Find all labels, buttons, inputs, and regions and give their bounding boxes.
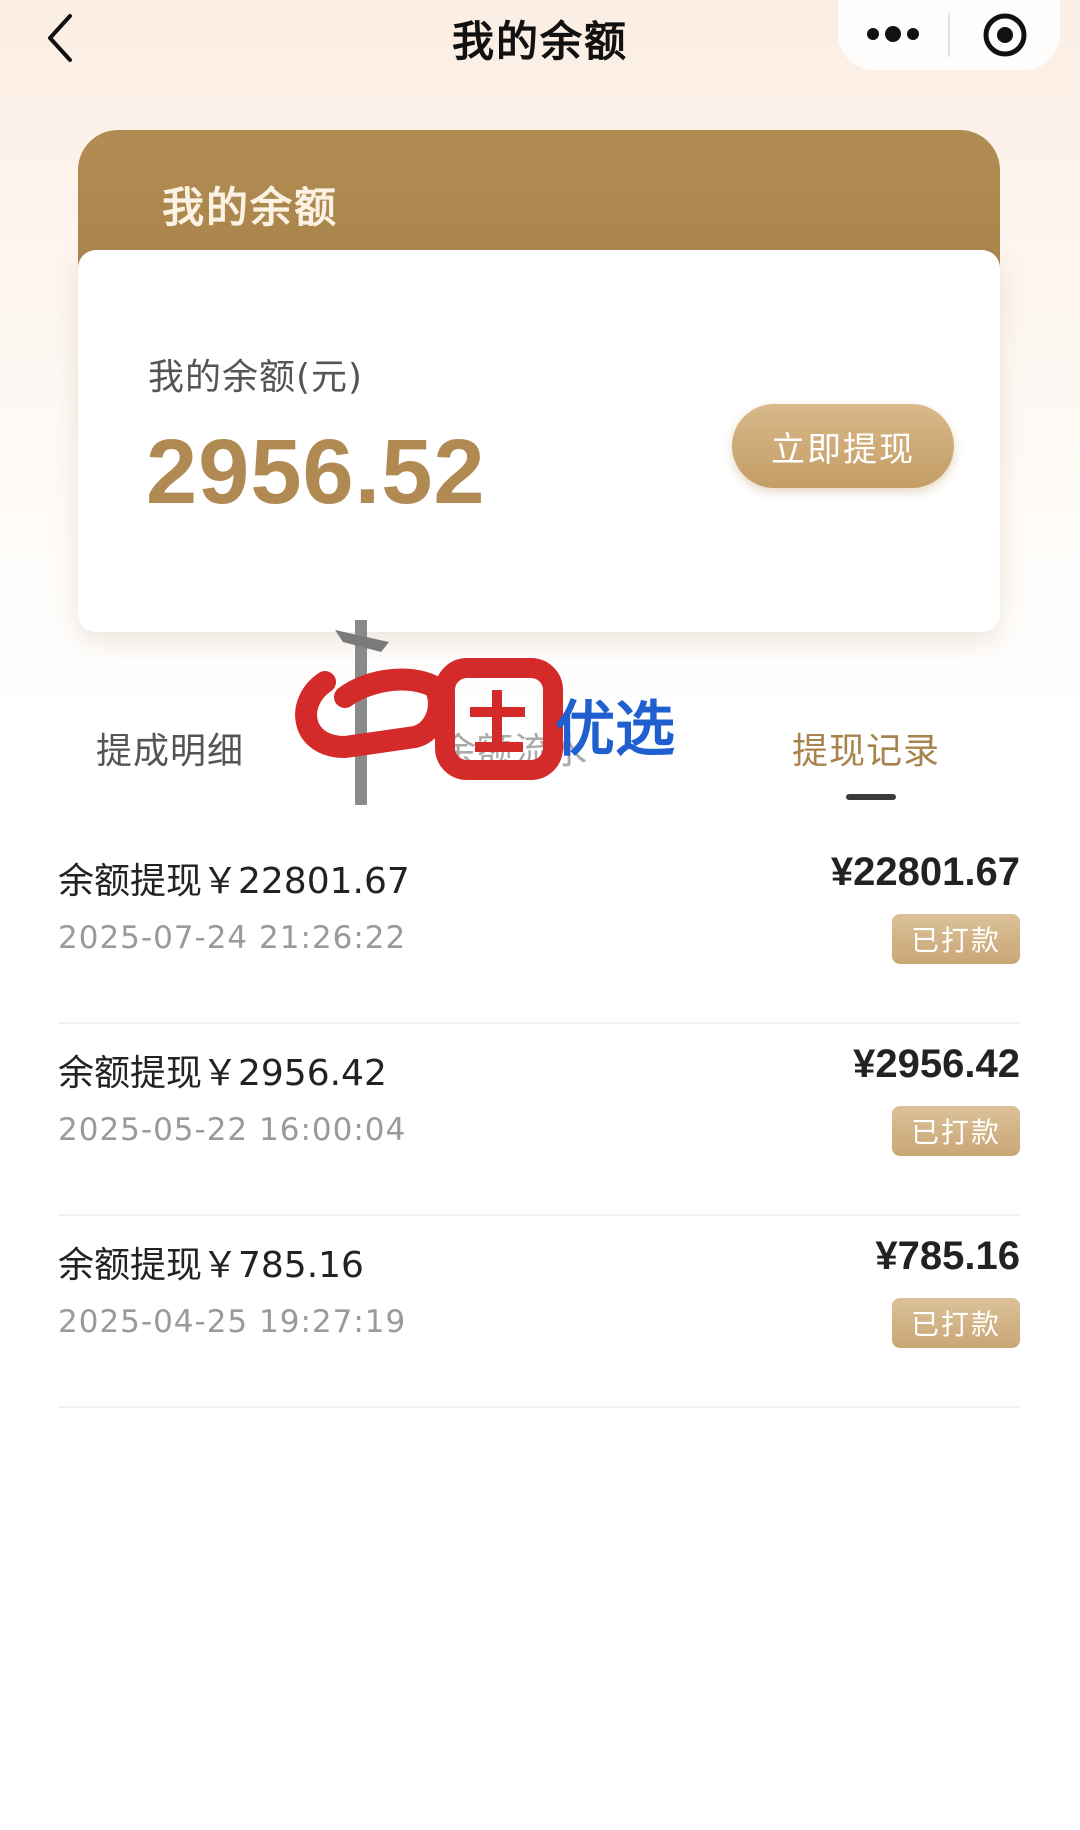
active-tab-indicator xyxy=(846,794,896,800)
mini-program-capsule xyxy=(838,0,1060,70)
more-dots-icon xyxy=(867,26,919,42)
close-mini-program-button[interactable] xyxy=(950,5,1060,65)
record-status-badge: 已打款 xyxy=(892,914,1020,964)
balance-amount: 2956.52 xyxy=(146,421,486,523)
record-amount: ¥785.16 xyxy=(875,1234,1020,1278)
record-time: 2025-04-25 19:27:19 xyxy=(58,1304,407,1340)
record-title: 余额提现￥22801.67 xyxy=(58,861,410,902)
nav-bar: 我的余额 xyxy=(0,0,1080,80)
balance-header-title: 我的余额 xyxy=(162,183,339,232)
withdraw-now-button[interactable]: 立即提现 xyxy=(732,404,954,488)
record-amount: ¥2956.42 xyxy=(853,1042,1020,1086)
record-status-badge: 已打款 xyxy=(892,1106,1020,1156)
withdraw-record-list: 余额提现￥22801.67 2025-07-24 21:26:22 ¥22801… xyxy=(58,832,1020,1408)
record-time: 2025-07-24 21:26:22 xyxy=(58,920,407,956)
watermark-logo: 优选 xyxy=(295,620,675,805)
tab-commission-detail[interactable]: 提成明细 xyxy=(96,722,244,774)
record-title: 余额提现￥2956.42 xyxy=(58,1053,387,1094)
target-circle-icon xyxy=(983,13,1027,57)
record-row[interactable]: 余额提现￥22801.67 2025-07-24 21:26:22 ¥22801… xyxy=(58,832,1020,1024)
record-status-badge: 已打款 xyxy=(892,1298,1020,1348)
record-row[interactable]: 余额提现￥785.16 2025-04-25 19:27:19 ¥785.16 … xyxy=(58,1216,1020,1408)
watermark-text: 优选 xyxy=(555,695,675,765)
record-time: 2025-05-22 16:00:04 xyxy=(58,1112,407,1148)
more-button[interactable] xyxy=(838,5,948,65)
record-row[interactable]: 余额提现￥2956.42 2025-05-22 16:00:04 ¥2956.4… xyxy=(58,1024,1020,1216)
balance-label: 我的余额(元) xyxy=(148,357,364,398)
record-title: 余额提现￥785.16 xyxy=(58,1245,364,1286)
balance-card: 我的余额(元) 2956.52 立即提现 xyxy=(78,250,1000,632)
tab-withdraw-record[interactable]: 提现记录 xyxy=(792,722,940,774)
record-amount: ¥22801.67 xyxy=(830,850,1020,894)
